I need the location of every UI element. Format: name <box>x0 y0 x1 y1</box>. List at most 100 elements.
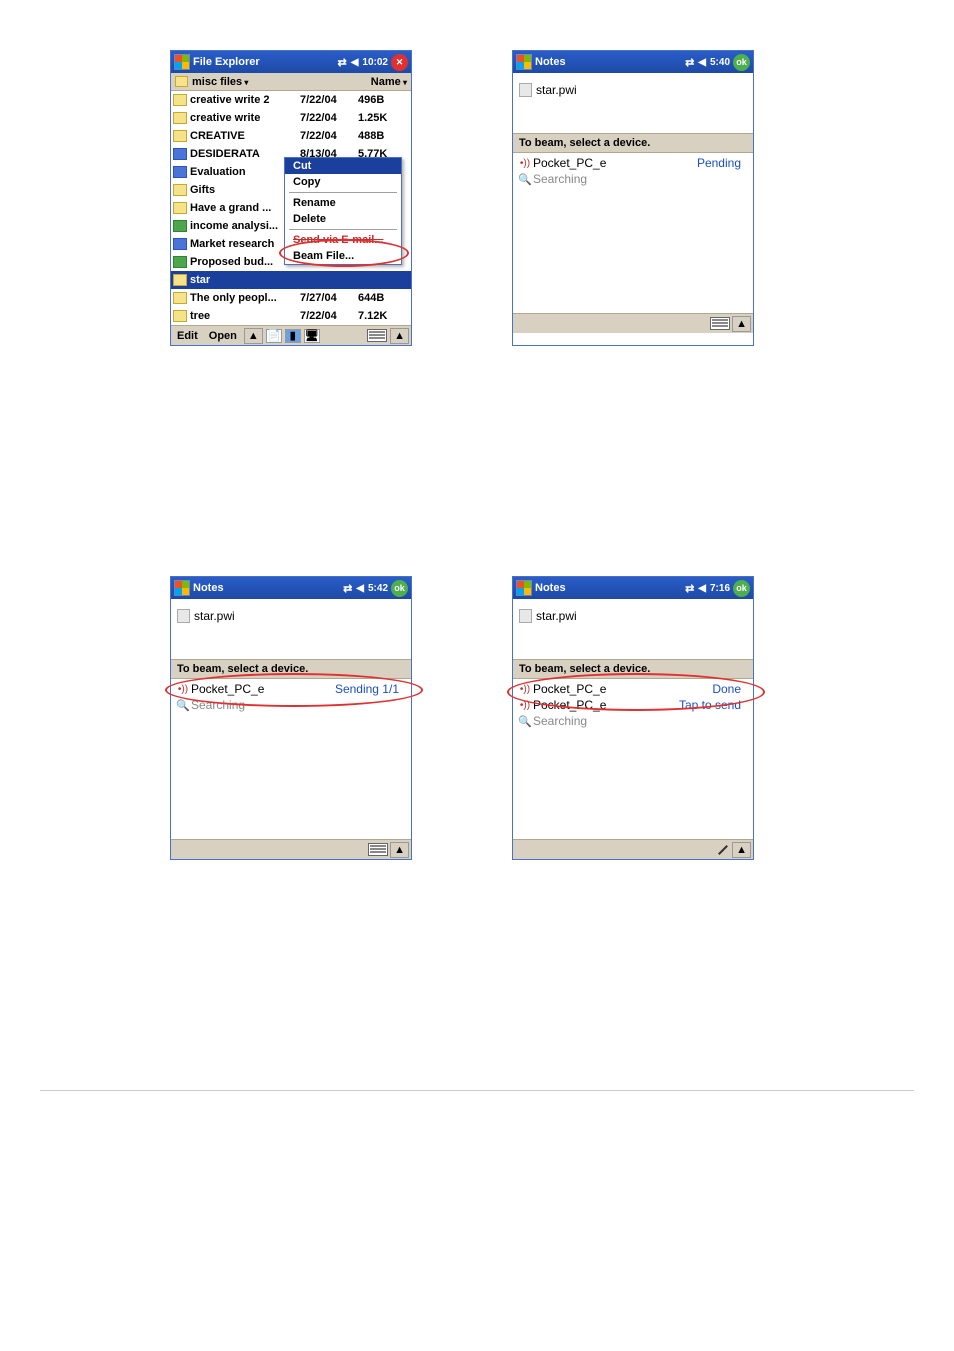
pen-icon[interactable] <box>716 843 730 857</box>
keyboard-icon[interactable] <box>367 329 387 342</box>
start-icon[interactable] <box>174 580 190 596</box>
edit-menu[interactable]: Edit <box>173 328 202 344</box>
clock: 10:02 <box>362 57 388 68</box>
device-name: Searching <box>533 714 741 728</box>
device-row[interactable]: 🔍Searching <box>517 171 749 187</box>
title-bar: File Explorer 10:02 ✕ <box>171 51 411 73</box>
device-status: Sending 1/1 <box>335 682 407 696</box>
notes-sending-screen: Notes 5:42 ok star.pwi To beam, select a… <box>170 576 412 860</box>
volume-icon[interactable] <box>351 57 359 68</box>
file-size: 496B <box>358 94 402 106</box>
device-row[interactable]: 🔍Searching <box>175 697 407 713</box>
close-button[interactable]: ✕ <box>391 54 408 71</box>
file-icon <box>173 166 187 178</box>
device-name: Pocket_PC_e <box>191 682 335 696</box>
device-status: Pending <box>697 156 749 170</box>
file-row[interactable]: CREATIVE7/22/04488B <box>171 127 411 145</box>
ctx-sep <box>289 192 397 193</box>
device-list: •))Pocket_PC_ePending🔍Searching <box>513 153 753 313</box>
file-icon <box>177 609 190 623</box>
start-icon[interactable] <box>516 580 532 596</box>
device-list: •))Pocket_PC_eDone•))Pocket_PC_eTap to s… <box>513 679 753 839</box>
file-icon <box>173 220 187 232</box>
ok-button[interactable]: ok <box>733 54 750 71</box>
up-arrow[interactable]: ▲ <box>732 316 751 332</box>
connectivity-icon[interactable] <box>685 582 694 595</box>
file-icon <box>173 238 187 250</box>
bottom-bar: ▲ <box>513 313 753 333</box>
file-panel: star.pwi <box>171 599 411 659</box>
start-icon[interactable] <box>516 54 532 70</box>
file-name: CREATIVE <box>190 130 300 142</box>
infrared-icon: •)) <box>175 684 191 695</box>
file-explorer-screen: File Explorer 10:02 ✕ misc files Name cr… <box>170 50 412 346</box>
file-name: The only peopl... <box>190 292 300 304</box>
up-arrow[interactable]: ▲ <box>732 842 751 858</box>
volume-icon[interactable] <box>356 583 364 594</box>
file-date: 7/22/04 <box>300 94 358 106</box>
file-name: star.pwi <box>194 609 235 623</box>
keyboard-icon[interactable] <box>710 317 730 330</box>
connectivity-icon[interactable] <box>685 56 694 69</box>
file-panel: star.pwi <box>513 73 753 133</box>
device-row[interactable]: •))Pocket_PC_eSending 1/1 <box>175 681 407 697</box>
page-divider <box>40 1090 914 1091</box>
title-bar: Notes 5:42 ok <box>171 577 411 599</box>
title-bar: Notes 7:16 ok <box>513 577 753 599</box>
file-icon <box>173 130 187 142</box>
tool-icon-2[interactable]: ▮ <box>285 329 301 343</box>
volume-icon[interactable] <box>698 583 706 594</box>
folder-bar: misc files Name <box>171 73 411 91</box>
title-bar: Notes 5:40 ok <box>513 51 753 73</box>
status-icons: 5:40 <box>685 56 730 69</box>
keyboard-icon[interactable] <box>368 843 388 856</box>
ctx-cut[interactable]: Cut <box>285 158 401 174</box>
file-date: 7/22/04 <box>300 112 358 124</box>
device-row[interactable]: •))Pocket_PC_eTap to send <box>517 697 749 713</box>
context-menu: CutCopy RenameDelete Send via E-mail...Bea… <box>284 157 402 265</box>
folder-dropdown[interactable]: misc files <box>192 76 248 88</box>
up-arrow[interactable]: ▲ <box>390 842 409 858</box>
ctx-rename[interactable]: Rename <box>285 195 401 211</box>
file-row[interactable]: creative write 27/22/04496B <box>171 91 411 109</box>
ctx-copy[interactable]: Copy <box>285 174 401 190</box>
device-row[interactable]: •))Pocket_PC_eDone <box>517 681 749 697</box>
device-row[interactable]: •))Pocket_PC_ePending <box>517 155 749 171</box>
ctx-send-email[interactable]: Send via E-mail... <box>285 232 401 248</box>
app-title: Notes <box>535 582 566 594</box>
status-icons: 5:42 <box>343 582 388 595</box>
connectivity-icon[interactable] <box>338 56 347 69</box>
connectivity-icon[interactable] <box>343 582 352 595</box>
file-icon <box>173 256 187 268</box>
file-row[interactable]: star <box>171 271 411 289</box>
ctx-delete[interactable]: Delete <box>285 211 401 227</box>
ok-button[interactable]: ok <box>733 580 750 597</box>
file-icon <box>173 148 187 160</box>
bottom-bar: ▲ <box>171 839 411 859</box>
start-icon[interactable] <box>174 54 190 70</box>
search-icon: 🔍 <box>517 715 533 728</box>
file-row[interactable]: tree7/22/047.12K <box>171 307 411 325</box>
device-name: Pocket_PC_e <box>533 156 697 170</box>
up-arrow[interactable]: ▲ <box>390 328 409 344</box>
sort-dropdown[interactable]: Name <box>371 76 407 88</box>
search-icon: 🔍 <box>175 699 191 712</box>
open-menu[interactable]: Open <box>205 328 241 344</box>
file-list: creative write 27/22/04496Bcreative writ… <box>171 91 411 325</box>
ctx-beam-file[interactable]: Beam File... <box>285 248 401 264</box>
clock: 5:42 <box>368 583 388 594</box>
ok-button[interactable]: ok <box>391 580 408 597</box>
tool-icon-1[interactable]: 📄 <box>266 329 282 343</box>
instruction-bar: To beam, select a device. <box>513 133 753 153</box>
file-icon <box>173 292 187 304</box>
device-row[interactable]: 🔍Searching <box>517 713 749 729</box>
up-button[interactable]: ▲ <box>244 328 263 344</box>
app-title: Notes <box>535 56 566 68</box>
file-icon <box>519 83 532 97</box>
device-status: Tap to send <box>679 698 749 712</box>
file-row[interactable]: The only peopl...7/27/04644B <box>171 289 411 307</box>
volume-icon[interactable] <box>698 57 706 68</box>
file-row[interactable]: creative write7/22/041.25K <box>171 109 411 127</box>
infrared-icon: •)) <box>517 684 533 695</box>
tool-icon-3[interactable]: 🖥 <box>304 329 320 343</box>
